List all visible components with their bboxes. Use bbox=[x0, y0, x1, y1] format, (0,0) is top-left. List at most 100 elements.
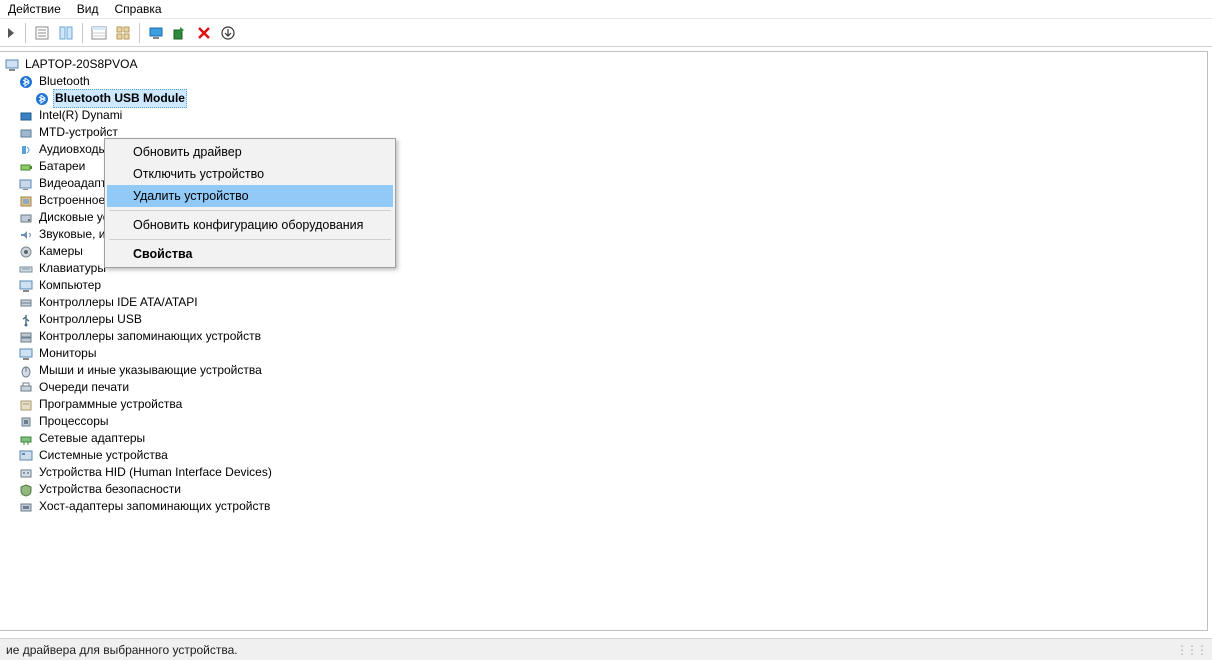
tree-item-label: Батареи bbox=[37, 158, 87, 175]
tree-item-label: Устройства безопасности bbox=[37, 481, 183, 498]
tree-item-label: Контроллеры IDE ATA/ATAPI bbox=[37, 294, 200, 311]
context-menu-separator bbox=[109, 239, 391, 240]
computer-icon bbox=[4, 57, 20, 73]
device-category-icon bbox=[18, 108, 34, 124]
tree-item[interactable]: Контроллеры USB bbox=[18, 311, 1207, 328]
tree-item-label: Системные устройства bbox=[37, 447, 170, 464]
toolbar bbox=[0, 19, 1212, 47]
device-category-icon bbox=[18, 142, 34, 158]
context-menu-delete-device[interactable]: Удалить устройство bbox=[107, 185, 393, 207]
device-category-icon bbox=[18, 159, 34, 175]
scan-icon bbox=[172, 25, 188, 41]
toolbar-separator bbox=[82, 23, 83, 43]
tree-item-label: Процессоры bbox=[37, 413, 111, 430]
context-menu-update-driver[interactable]: Обновить драйвер bbox=[107, 141, 393, 163]
bluetooth-icon bbox=[34, 91, 50, 107]
tree-item[interactable]: Мониторы bbox=[18, 345, 1207, 362]
device-category-icon bbox=[18, 312, 34, 328]
device-tree-pane: LAPTOP-20S8PVOA Bluetooth Bluetooth USB … bbox=[0, 51, 1208, 631]
device-category-icon bbox=[18, 261, 34, 277]
tree-item-label: Устройства HID (Human Interface Devices) bbox=[37, 464, 274, 481]
grid-icon bbox=[115, 25, 131, 41]
tree-item[interactable]: Компьютер bbox=[18, 277, 1207, 294]
tree-item[interactable]: Процессоры bbox=[18, 413, 1207, 430]
tree-item-bluetooth[interactable]: Bluetooth bbox=[18, 73, 1207, 90]
menu-view[interactable]: Вид bbox=[69, 1, 107, 18]
tree-item-label: Камеры bbox=[37, 243, 85, 260]
tree-item-bluetooth-usb-module[interactable]: Bluetooth USB Module bbox=[34, 90, 1207, 107]
device-category-icon bbox=[18, 499, 34, 515]
arrow-right-icon bbox=[6, 27, 16, 39]
device-category-icon bbox=[18, 465, 34, 481]
device-category-icon bbox=[18, 414, 34, 430]
download-button[interactable] bbox=[217, 22, 239, 44]
tree-item-label: Контроллеры запоминающих устройств bbox=[37, 328, 263, 345]
device-category-icon bbox=[18, 482, 34, 498]
menu-action[interactable]: Действие bbox=[4, 1, 69, 18]
context-menu-separator bbox=[109, 210, 391, 211]
device-category-icon bbox=[18, 176, 34, 192]
layout-icon bbox=[58, 25, 74, 41]
tree-item-label: Клавиатуры bbox=[37, 260, 108, 277]
show-hidden-button[interactable] bbox=[112, 22, 134, 44]
properties-icon bbox=[34, 25, 50, 41]
device-category-icon bbox=[18, 329, 34, 345]
tree-item[interactable]: Сетевые адаптеры bbox=[18, 430, 1207, 447]
tree-item[interactable]: Программные устройства bbox=[18, 396, 1207, 413]
device-category-icon bbox=[18, 397, 34, 413]
statusbar: ие драйвера для выбранного устройства. ⋮… bbox=[0, 638, 1212, 660]
toolbar-separator bbox=[25, 23, 26, 43]
statusbar-text: ие драйвера для выбранного устройства. bbox=[6, 643, 238, 657]
context-menu: Обновить драйвер Отключить устройство Уд… bbox=[104, 138, 396, 268]
tree-item[interactable]: Системные устройства bbox=[18, 447, 1207, 464]
tree-item[interactable]: Контроллеры IDE ATA/ATAPI bbox=[18, 294, 1207, 311]
tree-item[interactable]: Устройства HID (Human Interface Devices) bbox=[18, 464, 1207, 481]
device-category-icon bbox=[18, 380, 34, 396]
menubar: Действие Вид Справка bbox=[0, 0, 1212, 19]
details-button[interactable] bbox=[88, 22, 110, 44]
delete-button[interactable] bbox=[193, 22, 215, 44]
tree-item[interactable]: Очереди печати bbox=[18, 379, 1207, 396]
device-tree[interactable]: LAPTOP-20S8PVOA Bluetooth Bluetooth USB … bbox=[0, 52, 1207, 515]
resize-grip-icon: ⋮⋮⋮ bbox=[1176, 643, 1206, 657]
monitor-icon bbox=[148, 25, 164, 41]
bluetooth-icon bbox=[18, 74, 34, 90]
tree-item-label: Хост-адаптеры запоминающих устройств bbox=[37, 498, 272, 515]
x-icon bbox=[196, 25, 212, 41]
properties-button[interactable] bbox=[31, 22, 53, 44]
tree-item-label: Intel(R) Dynami bbox=[37, 107, 124, 124]
tree-item-label: Компьютер bbox=[37, 277, 103, 294]
tree-item[interactable]: Intel(R) Dynami bbox=[18, 107, 1207, 124]
back-button[interactable] bbox=[2, 22, 20, 44]
context-menu-disable-device[interactable]: Отключить устройство bbox=[107, 163, 393, 185]
tree-item-label: Мыши и иные указывающие устройства bbox=[37, 362, 264, 379]
download-icon bbox=[220, 25, 236, 41]
tree-item[interactable]: Мыши и иные указывающие устройства bbox=[18, 362, 1207, 379]
context-menu-scan-hardware[interactable]: Обновить конфигурацию оборудования bbox=[107, 214, 393, 236]
tree-item-label: Bluetooth bbox=[37, 73, 92, 90]
device-category-icon bbox=[18, 193, 34, 209]
tree-item-label: Сетевые адаптеры bbox=[37, 430, 147, 447]
device-category-icon bbox=[18, 244, 34, 260]
monitor-button[interactable] bbox=[145, 22, 167, 44]
device-category-icon bbox=[18, 210, 34, 226]
device-category-icon bbox=[18, 346, 34, 362]
details-icon bbox=[91, 25, 107, 41]
tree-item-label: Bluetooth USB Module bbox=[53, 89, 187, 108]
device-category-icon bbox=[18, 431, 34, 447]
context-menu-properties[interactable]: Свойства bbox=[107, 243, 393, 265]
device-category-icon bbox=[18, 278, 34, 294]
device-category-icon bbox=[18, 125, 34, 141]
menu-help[interactable]: Справка bbox=[106, 1, 169, 18]
list-view-button[interactable] bbox=[55, 22, 77, 44]
tree-item-label: Программные устройства bbox=[37, 396, 184, 413]
tree-root-label: LAPTOP-20S8PVOA bbox=[23, 56, 140, 73]
device-category-icon bbox=[18, 227, 34, 243]
scan-button[interactable] bbox=[169, 22, 191, 44]
tree-root[interactable]: LAPTOP-20S8PVOA bbox=[4, 56, 1207, 73]
device-category-icon bbox=[18, 448, 34, 464]
tree-item[interactable]: Хост-адаптеры запоминающих устройств bbox=[18, 498, 1207, 515]
device-category-icon bbox=[18, 295, 34, 311]
tree-item[interactable]: Устройства безопасности bbox=[18, 481, 1207, 498]
tree-item[interactable]: Контроллеры запоминающих устройств bbox=[18, 328, 1207, 345]
